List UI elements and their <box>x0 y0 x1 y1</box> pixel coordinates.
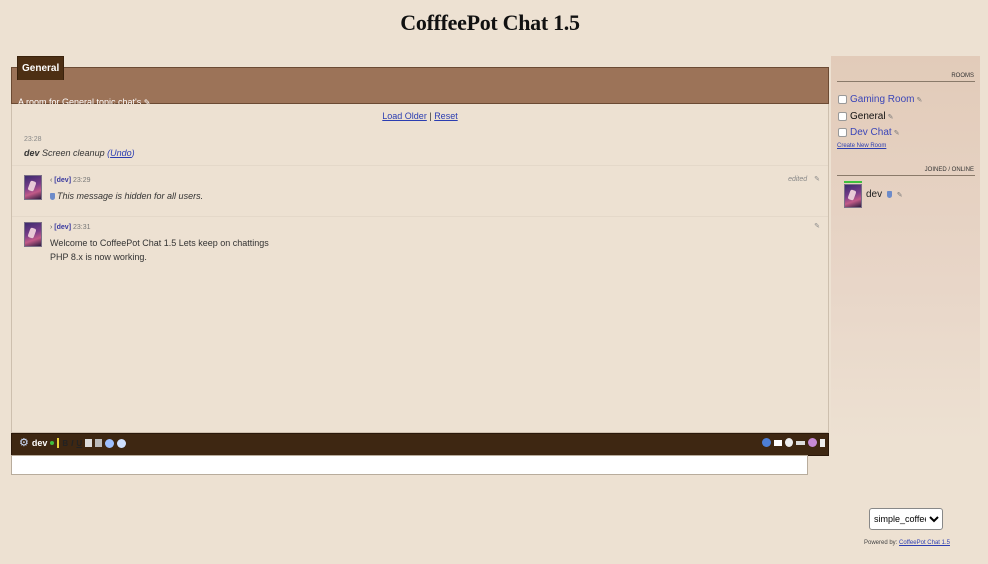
settings-gear-icon[interactable]: ⚙ <box>19 438 29 449</box>
toolbar-left: ⚙ dev B I U <box>19 438 127 449</box>
message-header: ‹ [dev] 23:29 <box>50 177 91 184</box>
emoji-icon[interactable] <box>117 438 127 448</box>
message-status: edited ✎ <box>788 175 820 183</box>
expand-arrow-icon[interactable]: › <box>50 224 52 231</box>
online-label: JOINED / ONLINE <box>924 167 974 173</box>
online-indicator <box>844 181 862 183</box>
message-line: PHP 8.x is now working. <box>50 252 147 262</box>
load-bar: Load Older | Reset <box>12 111 828 121</box>
chat-toolbar: ⚙ dev B I U <box>11 433 829 456</box>
message-line: Welcome to CoffeePot Chat 1.5 Lets keep … <box>50 238 269 248</box>
chat-message: › [dev] 23:31 Welcome to CoffeePot Chat … <box>12 222 828 272</box>
sidebar-item-gaming-room[interactable]: Gaming Room ✎ <box>838 94 922 105</box>
room-header: A room for General topic chat's ✎ <box>11 67 829 107</box>
divider <box>12 216 828 217</box>
message-user[interactable]: [dev] <box>54 224 71 231</box>
message-status: ✎ <box>814 222 820 230</box>
room-checkbox[interactable] <box>838 128 847 137</box>
toolbar-right <box>762 438 825 447</box>
chat-main-panel: A room for General topic chat's ✎ Genera… <box>11 56 829 478</box>
sidebar: ROOMS Gaming Room ✎ General ✎ Dev Chat ✎… <box>831 56 980 440</box>
tab-general[interactable]: General <box>17 56 65 80</box>
edit-message-icon[interactable]: ✎ <box>814 176 820 183</box>
message-time: 23:29 <box>72 177 91 184</box>
upload-icon[interactable] <box>105 438 115 448</box>
powered-by-link[interactable]: CoffeePot Chat 1.5 <box>899 540 950 546</box>
info-icon[interactable] <box>762 438 771 447</box>
skin-select[interactable]: simple_coffee <box>869 508 943 530</box>
messages-area: Load Older | Reset 23:28 dev Screen clea… <box>11 104 829 433</box>
room-action-icon[interactable]: ✎ <box>888 113 894 121</box>
shield-icon <box>50 193 55 201</box>
chat-message: ‹ [dev] 23:29 This message is hidden for… <box>12 175 828 213</box>
message-line: This message is hidden for all users. <box>57 191 204 201</box>
sidebar-item-general[interactable]: General ✎ <box>838 111 893 122</box>
edited-label: edited <box>788 176 808 183</box>
room-action-icon[interactable]: ✎ <box>894 129 900 137</box>
avatar[interactable] <box>24 175 42 200</box>
room-name[interactable]: Dev Chat <box>850 127 892 138</box>
avatar-icon[interactable] <box>808 438 817 447</box>
shield-icon <box>886 190 892 198</box>
collapse-arrow-icon[interactable]: ‹ <box>50 177 52 184</box>
rooms-label: ROOMS <box>951 73 974 79</box>
sidebar-item-dev-chat[interactable]: Dev Chat ✎ <box>838 127 900 138</box>
powered-by-label: Powered by: <box>864 540 898 546</box>
app-title: CofffeePot Chat 1.5 <box>400 10 580 35</box>
undo-link[interactable]: Undo <box>110 148 132 158</box>
bold-icon[interactable]: B <box>62 439 68 448</box>
user-action-icon[interactable]: ✎ <box>897 192 903 199</box>
toolbar-user[interactable]: dev <box>32 438 48 448</box>
color-picker-icon[interactable] <box>57 438 60 448</box>
divider <box>837 175 975 176</box>
room-action-icon[interactable]: ✎ <box>916 96 922 104</box>
online-user-name[interactable]: dev <box>866 189 882 200</box>
reset-link[interactable]: Reset <box>434 111 458 121</box>
underline-icon[interactable]: U <box>76 439 82 448</box>
undo-close-paren: ) <box>131 148 135 158</box>
message-header: › [dev] 23:31 <box>50 224 91 231</box>
system-event: dev Screen cleanup (Undo) <box>24 148 135 158</box>
online-status-icon <box>50 441 55 445</box>
room-name[interactable]: Gaming Room <box>850 94 914 105</box>
system-event-user: dev <box>24 148 40 158</box>
divider <box>837 81 975 82</box>
system-event-time: 23:28 <box>24 136 42 143</box>
time-icon[interactable] <box>785 438 793 447</box>
room-checkbox[interactable] <box>838 95 847 104</box>
message-icon[interactable] <box>774 439 782 446</box>
paste-icon[interactable] <box>85 439 93 447</box>
avatar[interactable] <box>844 184 862 208</box>
chat-input[interactable] <box>11 455 808 475</box>
message-time: 23:31 <box>72 224 91 231</box>
room-checkbox[interactable] <box>838 112 847 121</box>
load-bar-separator: | <box>429 111 432 121</box>
create-room-link[interactable]: Create New Room <box>837 143 886 149</box>
italic-icon[interactable]: I <box>71 439 73 448</box>
room-name[interactable]: General <box>850 111 886 122</box>
minimize-icon[interactable] <box>796 440 805 445</box>
system-event-text: Screen cleanup <box>42 148 105 158</box>
clipboard-icon[interactable] <box>95 439 103 447</box>
edit-message-icon[interactable]: ✎ <box>814 223 820 230</box>
load-older-link[interactable]: Load Older <box>382 111 427 121</box>
message-text: This message is hidden for all users. <box>50 189 203 203</box>
divider <box>12 165 828 166</box>
powered-by: Powered by: CoffeePot Chat 1.5 <box>864 540 950 546</box>
message-user[interactable]: [dev] <box>54 177 71 184</box>
online-user[interactable]: dev ✎ <box>866 189 903 200</box>
sound-icon[interactable] <box>820 438 825 447</box>
avatar[interactable] <box>24 222 42 247</box>
